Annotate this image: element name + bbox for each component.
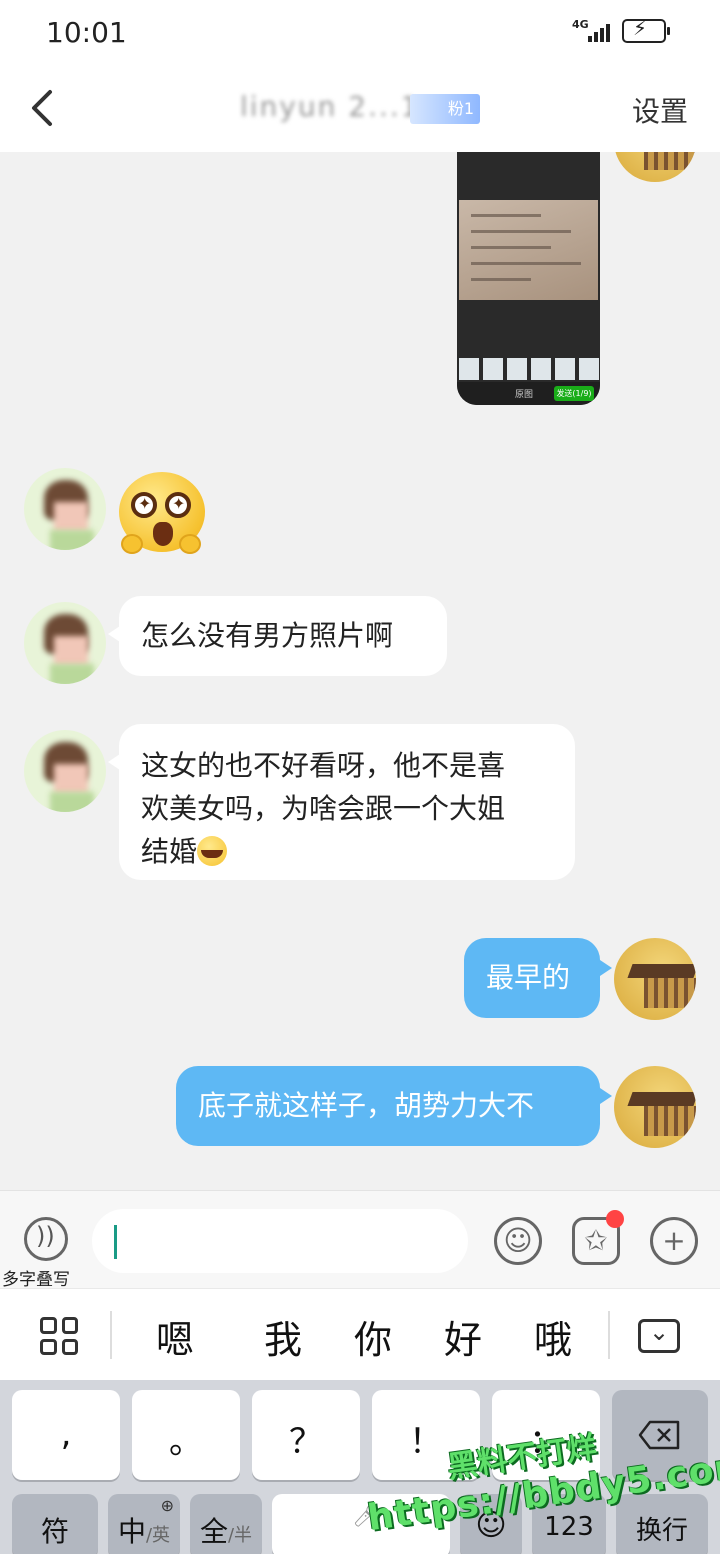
candidate-word[interactable]: 哦 xyxy=(534,1309,572,1364)
key-width-toggle[interactable]: 全/半 xyxy=(190,1494,262,1554)
candidate-word[interactable]: 我 xyxy=(264,1309,302,1364)
battery-charging-icon: ⚡ xyxy=(622,16,670,43)
photo-picker-bar: 原图 发送(1/9) xyxy=(457,382,600,405)
message-bubble[interactable]: 底子就这样子，胡势力大不 xyxy=(176,1066,600,1146)
input-bar: )) 多字叠写 ☺ ✩ + xyxy=(0,1190,720,1290)
key-enter[interactable]: 换行 xyxy=(616,1494,708,1554)
starry-eyes-emoji[interactable] xyxy=(119,472,205,558)
message-text-line: 这女的也不好看呀，他不是喜 xyxy=(141,749,506,782)
chat-title: linyun 2...1 xyxy=(240,90,421,123)
settings-button[interactable]: 设置 xyxy=(632,90,688,130)
message-text-line: 结婚 xyxy=(141,835,198,868)
key-backspace[interactable] xyxy=(612,1390,708,1480)
fan-badge: 粉1 xyxy=(410,94,480,124)
key-language-toggle[interactable]: 中/英 ⊕ xyxy=(108,1494,180,1554)
backspace-icon xyxy=(638,1420,680,1450)
notification-dot xyxy=(606,1210,624,1228)
message-bubble[interactable]: 这女的也不好看呀，他不是喜 欢美女吗，为啥会跟一个大姐 结婚 xyxy=(119,724,575,880)
candidate-word[interactable]: 嗯 xyxy=(156,1309,194,1364)
key-symbols[interactable]: 符 xyxy=(12,1494,98,1554)
thumbnail-strip xyxy=(457,358,600,380)
chat-header: linyun 2...1 粉1 设置 xyxy=(0,70,720,152)
key-numbers[interactable]: 123 xyxy=(532,1494,606,1554)
text-caret xyxy=(114,1225,117,1259)
candidate-word[interactable]: 好 xyxy=(444,1309,482,1364)
my-avatar[interactable] xyxy=(614,938,696,1020)
photo-send-label: 发送(1/9) xyxy=(554,386,594,401)
keyboard: , 。 ？ ！ ： 符 中/英 ⊕ 全/半 🎤︎ ☺ 123 换行 xyxy=(0,1380,720,1554)
laughing-crying-emoji xyxy=(197,836,228,866)
handwriting-mode-label: 多字叠写 xyxy=(2,1270,70,1290)
message-bubble[interactable]: 怎么没有男方照片啊 xyxy=(119,596,447,676)
message-input[interactable] xyxy=(92,1209,468,1273)
signal-icon: 4G xyxy=(572,18,616,44)
message-text: 最早的 xyxy=(486,961,571,994)
apps-grid-icon[interactable] xyxy=(40,1317,78,1355)
status-bar: 10:01 4G ⚡ xyxy=(0,0,720,70)
message-text: 怎么没有男方照片啊 xyxy=(141,619,394,652)
key-exclaim[interactable]: ！ xyxy=(372,1390,480,1480)
collapse-keyboard-icon[interactable]: ⌄ xyxy=(638,1318,680,1353)
key-emoji[interactable]: ☺ xyxy=(460,1494,522,1554)
chat-area[interactable]: 原图 发送(1/9) 怎么没有男方照片啊 这女的也不好看呀，他不是喜 欢美女吗，… xyxy=(0,152,720,1190)
message-text-line: 欢美女吗，为啥会跟一个大姐 xyxy=(141,792,506,825)
key-space[interactable]: 🎤︎ xyxy=(272,1494,450,1554)
message-bubble[interactable]: 最早的 xyxy=(464,938,600,1018)
key-comma[interactable]: , xyxy=(12,1390,120,1480)
voice-input-icon[interactable]: )) xyxy=(24,1217,68,1261)
emoji-icon[interactable]: ☺ xyxy=(494,1217,542,1265)
document-photo xyxy=(459,200,598,300)
message-text: 底子就这样子，胡势力大不 xyxy=(198,1089,535,1122)
key-question[interactable]: ？ xyxy=(252,1390,360,1480)
candidate-word[interactable]: 你 xyxy=(354,1309,392,1364)
back-arrow-icon[interactable] xyxy=(26,86,66,130)
candidate-bar: 嗯 我 你 好 哦 ⌄ xyxy=(0,1288,720,1380)
image-message[interactable]: 原图 发送(1/9) xyxy=(457,152,600,405)
globe-icon: ⊕ xyxy=(160,1496,174,1515)
friend-avatar[interactable] xyxy=(24,468,106,550)
key-period[interactable]: 。 xyxy=(132,1390,240,1480)
my-avatar[interactable] xyxy=(614,1066,696,1148)
network-type: 4G xyxy=(572,18,589,31)
my-avatar[interactable] xyxy=(614,152,696,182)
friend-avatar[interactable] xyxy=(24,730,106,812)
smile-icon: ☺ xyxy=(475,1508,507,1543)
key-colon[interactable]: ： xyxy=(492,1390,600,1480)
original-image-label: 原图 xyxy=(515,390,534,400)
friend-avatar[interactable] xyxy=(24,602,106,684)
status-time: 10:01 xyxy=(46,16,127,49)
microphone-icon: 🎤︎ xyxy=(352,1504,380,1529)
plus-icon[interactable]: + xyxy=(650,1217,698,1265)
